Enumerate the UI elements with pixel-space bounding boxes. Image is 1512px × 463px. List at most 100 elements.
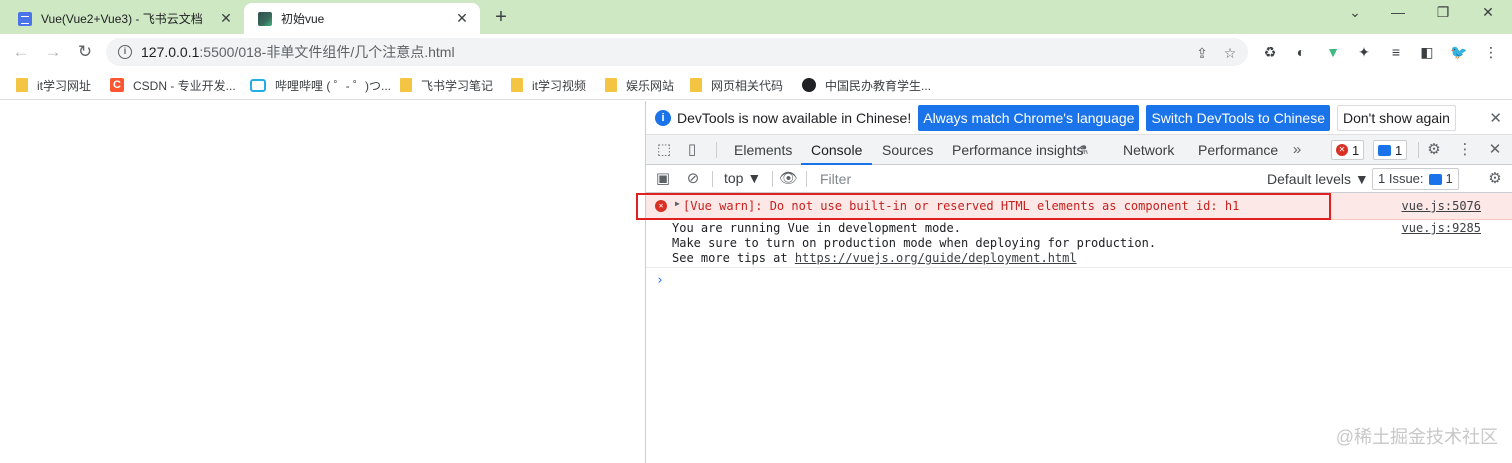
site-info-icon[interactable]: i bbox=[118, 45, 132, 59]
forward-button[interactable]: → bbox=[40, 39, 66, 65]
extension-icon[interactable]: ◐ bbox=[1292, 43, 1310, 61]
message-count: 1 bbox=[1395, 142, 1403, 158]
console-log-message: You are running Vue in development mode.… bbox=[646, 220, 1512, 268]
match-language-button[interactable]: Always match Chrome's language bbox=[918, 104, 1140, 131]
tab-sources[interactable]: Sources bbox=[882, 135, 933, 165]
media-queue-icon[interactable]: ≡ bbox=[1387, 43, 1405, 61]
bookmark-feishu-notes[interactable]: 飞书学习笔记 bbox=[400, 76, 493, 94]
bookmark-label: CSDN - 专业开发... bbox=[133, 78, 236, 93]
profile-avatar-icon[interactable]: 🐦 bbox=[1450, 43, 1468, 61]
share-icon[interactable]: ⇪ bbox=[1194, 45, 1210, 61]
restore-button[interactable]: ❐ bbox=[1423, 4, 1463, 28]
bookmark-web-code[interactable]: 网页相关代码 bbox=[690, 76, 783, 94]
console-error-message[interactable]: ✕ ▶ [Vue warn]: Do not use built-in or r… bbox=[636, 193, 1512, 220]
side-panel-icon[interactable]: ◧ bbox=[1418, 43, 1436, 61]
log-line-text: See more tips at bbox=[672, 251, 795, 265]
close-window-button[interactable]: ✕ bbox=[1468, 4, 1508, 28]
close-tab-icon[interactable]: ✕ bbox=[218, 10, 234, 27]
console-settings-icon[interactable]: ⚙ bbox=[1486, 170, 1504, 188]
bookmark-csdn[interactable]: C CSDN - 专业开发... bbox=[110, 76, 236, 94]
issues-label: 1 Issue: bbox=[1378, 171, 1424, 186]
context-selector[interactable]: top ▼ bbox=[724, 170, 761, 186]
show-sidebar-icon[interactable]: ▣ bbox=[654, 170, 672, 188]
divider bbox=[772, 171, 773, 187]
error-count: 1 bbox=[1352, 142, 1360, 158]
url-host: 127.0.0.1 bbox=[141, 44, 200, 60]
folder-icon bbox=[605, 78, 617, 92]
console-prompt[interactable]: › bbox=[656, 273, 664, 288]
vue-page-icon bbox=[258, 11, 272, 26]
bookmark-label: 中国民办教育学生... bbox=[825, 78, 932, 93]
more-tabs-icon[interactable]: » bbox=[1288, 141, 1306, 159]
bookmark-it-study[interactable]: it学习网址 bbox=[16, 76, 91, 94]
dont-show-again-button[interactable]: Don't show again bbox=[1336, 104, 1456, 131]
tab-title: Vue(Vue2+Vue3) - 飞书云文档 bbox=[41, 12, 203, 26]
vue-devtools-icon[interactable]: ▼ bbox=[1324, 43, 1342, 61]
log-levels-dropdown[interactable]: Default levels ▼ bbox=[1267, 168, 1369, 190]
extensions-puzzle-icon[interactable]: ✦ bbox=[1355, 43, 1373, 61]
tab-vue-page[interactable]: 初始vue ✕ bbox=[244, 3, 480, 34]
browser-toolbar: ← → ↻ i 127.0.0.1:5500/018-非单文件组件/几个注意点.… bbox=[0, 34, 1512, 70]
folder-icon bbox=[690, 78, 702, 92]
issues-counter[interactable]: 1 Issue: 1 bbox=[1372, 168, 1459, 190]
issue-count: 1 bbox=[1445, 171, 1453, 186]
recycle-extension-icon[interactable]: ♻ bbox=[1261, 43, 1279, 61]
bookmarks-bar: it学习网址 C CSDN - 专业开发... 哔哩哔哩 ( ゜- ゜)つ... … bbox=[0, 70, 1512, 100]
inspect-element-icon[interactable]: ⬚ bbox=[655, 141, 673, 159]
console-filter-input[interactable]: Filter bbox=[814, 168, 1254, 190]
devtools-menu-icon[interactable]: ⋮ bbox=[1456, 141, 1474, 159]
tab-performance[interactable]: Performance bbox=[1198, 135, 1278, 165]
bookmark-entertainment[interactable]: 娱乐网站 bbox=[605, 76, 674, 94]
reload-button[interactable]: ↻ bbox=[72, 39, 98, 65]
error-icon: ✕ bbox=[655, 200, 667, 212]
error-text: [Vue warn]: Do not use built-in or reser… bbox=[683, 199, 1240, 213]
tab-elements[interactable]: Elements bbox=[734, 135, 792, 165]
folder-icon bbox=[16, 78, 28, 92]
bookmark-star-icon[interactable]: ☆ bbox=[1222, 45, 1238, 61]
chrome-menu-icon[interactable]: ⋮ bbox=[1482, 43, 1500, 61]
tab-title: 初始vue bbox=[281, 12, 325, 26]
new-tab-button[interactable]: + bbox=[488, 6, 514, 30]
log-source-link[interactable]: vue.js:9285 bbox=[1402, 221, 1481, 235]
tab-performance-insights[interactable]: Performance insights bbox=[952, 135, 1084, 165]
globe-icon bbox=[802, 78, 816, 92]
log-line: You are running Vue in development mode. bbox=[672, 221, 961, 235]
tab-strip: Vue(Vue2+Vue3) - 飞书云文档 ✕ 初始vue ✕ + ⌄ — ❐… bbox=[0, 0, 1512, 34]
error-count-badge[interactable]: ✕ 1 bbox=[1331, 140, 1365, 160]
close-tab-icon[interactable]: ✕ bbox=[454, 10, 470, 27]
experiment-flask-icon: ⚗ bbox=[1077, 143, 1089, 157]
devtools-panel: i DevTools is now available in Chinese! … bbox=[636, 101, 1512, 463]
device-toolbar-icon[interactable]: ▯ bbox=[683, 141, 701, 159]
bookmark-education[interactable]: 中国民办教育学生... bbox=[802, 76, 931, 94]
close-devtools-icon[interactable]: ✕ bbox=[1486, 141, 1504, 159]
tab-network[interactable]: Network bbox=[1123, 135, 1174, 165]
error-source-link[interactable]: vue.js:5076 bbox=[1402, 199, 1481, 213]
switch-chinese-button[interactable]: Switch DevTools to Chinese bbox=[1146, 104, 1330, 131]
deployment-guide-link[interactable]: https://vuejs.org/guide/deployment.html bbox=[795, 251, 1077, 265]
back-button[interactable]: ← bbox=[8, 39, 34, 65]
issue-icon bbox=[1428, 173, 1442, 185]
divider bbox=[716, 142, 717, 158]
message-icon bbox=[1378, 144, 1391, 156]
tab-feishu-doc[interactable]: Vue(Vue2+Vue3) - 飞书云文档 ✕ bbox=[4, 3, 244, 34]
divider bbox=[712, 171, 713, 187]
bookmark-it-videos[interactable]: it学习视频 bbox=[511, 76, 586, 94]
tab-search-icon[interactable]: ⌄ bbox=[1335, 4, 1375, 28]
message-count-badge[interactable]: 1 bbox=[1373, 140, 1408, 160]
live-expression-eye-icon[interactable]: 👁 bbox=[779, 170, 798, 188]
close-infobar-icon[interactable]: ✕ bbox=[1489, 109, 1502, 127]
folder-icon bbox=[511, 78, 523, 92]
language-infobar: i DevTools is now available in Chinese! … bbox=[646, 101, 1512, 135]
tab-console[interactable]: Console bbox=[801, 135, 873, 165]
clear-console-icon[interactable]: ⊘ bbox=[684, 170, 702, 188]
url-path: :5500/018-非单文件组件/几个注意点.html bbox=[199, 44, 455, 60]
expand-arrow-icon[interactable]: ▶ bbox=[675, 199, 680, 208]
bookmark-bilibili[interactable]: 哔哩哔哩 ( ゜- ゜)つ... bbox=[250, 76, 391, 94]
settings-gear-icon[interactable]: ⚙ bbox=[1425, 141, 1443, 159]
address-bar[interactable]: i 127.0.0.1:5500/018-非单文件组件/几个注意点.html ⇪… bbox=[106, 38, 1248, 66]
minimize-button[interactable]: — bbox=[1378, 4, 1418, 28]
bookmark-label: 飞书学习笔记 bbox=[421, 78, 494, 93]
page-viewport bbox=[0, 101, 645, 463]
bilibili-logo-icon bbox=[250, 78, 266, 92]
console-toolbar: ▣ ⊘ top ▼ 👁 Filter Default levels ▼ 1 Is… bbox=[646, 165, 1512, 193]
